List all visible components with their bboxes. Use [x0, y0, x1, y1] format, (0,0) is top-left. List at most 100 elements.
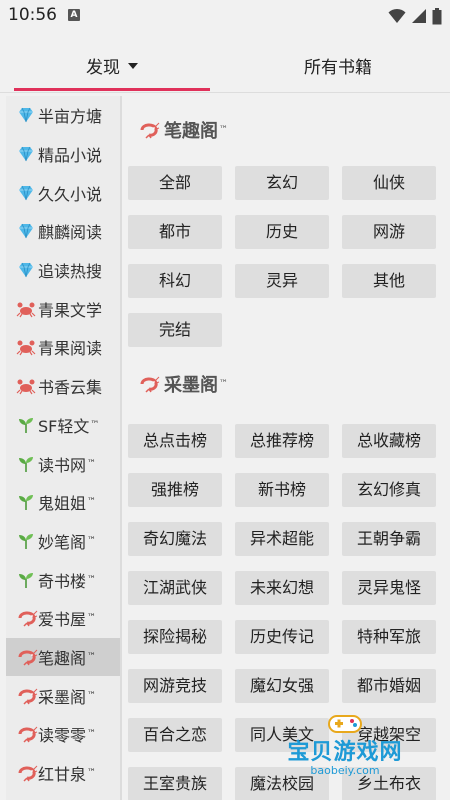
signal-icon [412, 9, 426, 23]
category-content[interactable]: 笔趣阁 ™ 全部 玄幻 仙侠 都市 历史 网游 科幻 灵异 其他 完结 采墨阁 ™ 总点击榜 总推荐榜总… [122, 96, 450, 800]
category-button[interactable]: 新书榜 [235, 473, 329, 507]
category-button[interactable]: 都市 [128, 215, 222, 249]
sidebar-item[interactable]: 久久小说 [6, 173, 120, 212]
category-button[interactable]: 特种军旅 [342, 620, 436, 654]
sidebar-item[interactable]: 追读热搜 [6, 251, 120, 290]
sidebar-item[interactable]: 精品小说 [6, 135, 120, 174]
category-button[interactable]: 都市婚姻 [342, 669, 436, 703]
trademark-mark: ™ [87, 458, 97, 469]
sidebar-item[interactable]: 读零零 ™ [6, 715, 120, 754]
category-button[interactable]: 灵异鬼怪 [342, 571, 436, 605]
sidebar-item-label: 爱书屋 [38, 610, 87, 630]
category-button[interactable]: 全部 [128, 166, 222, 200]
sidebar-item-label: 笔趣阁 [38, 648, 87, 668]
trademark-mark: ™ [90, 419, 100, 430]
category-button[interactable]: 仙侠 [342, 166, 436, 200]
sidebar-item-label: 书香云集 [38, 378, 103, 398]
category-button[interactable]: 江湖武侠 [128, 571, 222, 605]
sidebar-item-label: 追读热搜 [38, 262, 103, 282]
sidebar-item[interactable]: 采墨阁 ™ [6, 676, 120, 715]
status-time: 10:56 [8, 5, 57, 25]
sidebar-item-label: 精品小说 [38, 146, 103, 166]
tab-discover-label: 发现 [86, 58, 120, 78]
category-button[interactable]: 异术超能 [235, 522, 329, 556]
category-button[interactable]: 王朝争霸 [342, 522, 436, 556]
sidebar-item[interactable]: 爱书屋 ™ [6, 599, 120, 638]
category-button[interactable]: 完结 [128, 313, 222, 347]
category-button[interactable]: 未来幻想 [235, 571, 329, 605]
category-button[interactable]: 网游竞技 [128, 669, 222, 703]
diamond-icon [16, 260, 36, 280]
category-button[interactable]: 总推荐榜 [235, 424, 329, 458]
sidebar-item[interactable]: 半亩方塘 [6, 96, 120, 135]
shrimp-icon [138, 120, 162, 140]
trademark-mark: ™ [87, 535, 97, 546]
trademark-mark: ™ [87, 574, 97, 585]
category-button[interactable]: 总收藏榜 [342, 424, 436, 458]
sidebar-item[interactable]: 笔趣阁 ™ [6, 637, 120, 677]
category-button[interactable]: 其他 [342, 264, 436, 298]
sidebar-item-label: 青果文学 [38, 300, 103, 320]
crab-icon [16, 299, 36, 319]
shrimp-icon [138, 374, 162, 394]
sidebar-item-label: SF轻文 [38, 416, 90, 436]
sidebar-item[interactable]: SF轻文 ™ [6, 406, 120, 445]
category-button[interactable]: 魔法校园 [235, 767, 329, 800]
sidebar-item[interactable]: 红甘泉 ™ [6, 754, 120, 793]
category-button[interactable]: 总点击榜 [128, 424, 222, 458]
crab-icon [16, 337, 36, 357]
category-button[interactable]: 王室贵族 [128, 767, 222, 800]
category-button[interactable]: 灵异 [235, 264, 329, 298]
top-tabs: 发现 所有书籍 [0, 40, 450, 93]
category-button[interactable]: 历史传记 [235, 620, 329, 654]
category-button[interactable]: 强推榜 [128, 473, 222, 507]
diamond-icon [16, 144, 36, 164]
sidebar-item[interactable]: 妙笔阁 ™ [6, 522, 120, 561]
category-button[interactable]: 探险揭秘 [128, 620, 222, 654]
sidebar-item[interactable]: 鬼姐姐 ™ [6, 483, 120, 522]
category-button[interactable]: 玄幻修真 [342, 473, 436, 507]
category-button[interactable]: 乡土布衣 [342, 767, 436, 800]
sidebar-item[interactable]: 青果文学 [6, 289, 120, 328]
category-button[interactable]: 网游 [342, 215, 436, 249]
trademark-mark: ™ [87, 651, 97, 662]
category-button[interactable]: 奇幻魔法 [128, 522, 222, 556]
trademark-mark: ™ [87, 497, 97, 508]
category-button[interactable]: 同人美文 [235, 718, 329, 752]
sidebar-item-label: 久久小说 [38, 184, 103, 204]
sprout-icon [16, 570, 36, 590]
sidebar-item-label: 鬼姐姐 [38, 494, 87, 514]
diamond-icon [16, 183, 36, 203]
sidebar-item[interactable]: 青果阅读 [6, 328, 120, 367]
tab-all-books[interactable]: 所有书籍 [238, 40, 438, 92]
sprout-icon [16, 492, 36, 512]
trademark-mark: ™ [87, 729, 97, 740]
trademark-mark: ™ [87, 768, 97, 779]
crab-icon [16, 376, 36, 396]
notification-a-icon: A [68, 9, 80, 21]
shrimp-icon [16, 724, 38, 744]
trademark-mark: ™ [87, 613, 97, 624]
sidebar-item[interactable]: 读书网 ™ [6, 444, 120, 483]
category-button[interactable]: 魔幻女强 [235, 669, 329, 703]
sprout-icon [16, 531, 36, 551]
sidebar-item-label: 半亩方塘 [38, 107, 103, 127]
category-button[interactable]: 历史 [235, 215, 329, 249]
category-button[interactable]: 百合之恋 [128, 718, 222, 752]
status-bar: 10:56 A [0, 0, 450, 32]
shrimp-icon [16, 763, 38, 783]
trademark-mark: ™ [87, 690, 97, 701]
sidebar-item-label: 读书网 [38, 455, 87, 475]
category-button[interactable]: 玄幻 [235, 166, 329, 200]
caret-down-icon [128, 63, 138, 69]
tab-discover[interactable]: 发现 [14, 40, 210, 92]
sidebar-item[interactable]: 奇书楼 ™ [6, 560, 120, 599]
wifi-icon [388, 8, 406, 23]
source-sidebar[interactable]: 半亩方塘 精品小说 久久小说 麒麟阅读 追读热搜 青果文学 青果阅读 书香云集 SF轻文 ™ 读书网… [6, 96, 120, 800]
sidebar-item[interactable]: 麒麟阅读 [6, 212, 120, 251]
section-title-biquge: 笔趣阁 ™ [138, 116, 228, 144]
category-button[interactable]: 科幻 [128, 264, 222, 298]
trademark-mark: ™ [219, 379, 228, 389]
sidebar-item[interactable]: 书香云集 [6, 367, 120, 406]
category-button[interactable]: 穿越架空 [342, 718, 436, 752]
